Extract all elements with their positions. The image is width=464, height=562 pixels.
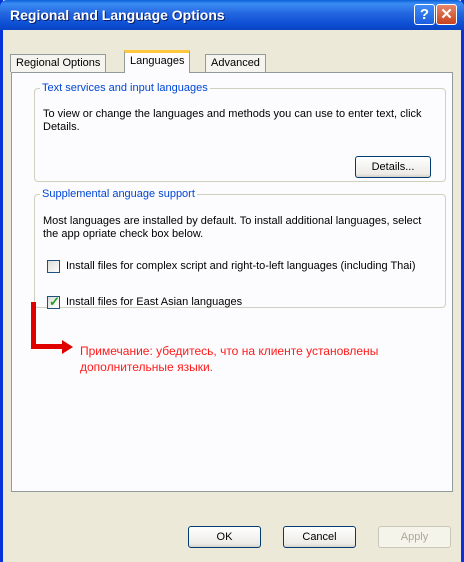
window-title: Regional and Language Options bbox=[10, 7, 225, 23]
tab-regional-options[interactable]: Regional Options bbox=[10, 54, 107, 72]
annotation-note: Примечание: убедитесь, что на клиенте ус… bbox=[80, 344, 379, 374]
annotation-arrow-line bbox=[31, 302, 36, 349]
tab-panel-languages: Text services and input languages To vie… bbox=[11, 72, 453, 492]
help-button[interactable]: ? bbox=[414, 4, 435, 25]
close-button[interactable]: ✕ bbox=[436, 4, 457, 25]
tab-languages[interactable]: Languages bbox=[124, 50, 191, 73]
apply-button[interactable]: Apply bbox=[378, 526, 451, 548]
details-button[interactable]: Details... bbox=[355, 156, 431, 178]
annotation-arrow-line-horizontal bbox=[31, 344, 64, 349]
cancel-button[interactable]: Cancel bbox=[283, 526, 356, 548]
east-asian-label: Install files for East Asian languages bbox=[66, 296, 243, 308]
ok-button[interactable]: OK bbox=[188, 526, 261, 548]
text-services-description: To view or change the languages and meth… bbox=[43, 108, 422, 133]
tab-strip: Regional Options Languages Advanced bbox=[3, 30, 461, 73]
arrow-right-icon bbox=[62, 340, 73, 354]
text-services-legend: Text services and input languages bbox=[42, 82, 208, 94]
help-icon: ? bbox=[419, 6, 430, 23]
supplemental-description: Most languages are installed by default.… bbox=[43, 215, 422, 240]
east-asian-checkbox[interactable]: ✓ bbox=[47, 294, 60, 309]
tab-advanced[interactable]: Advanced bbox=[205, 54, 266, 72]
supplemental-language-group: Supplemental anguage support Most langua… bbox=[34, 188, 446, 309]
supplemental-legend: Supplemental anguage support bbox=[42, 188, 195, 200]
checkmark-icon: ✓ bbox=[49, 294, 60, 309]
dialog-window: Regional and Language Options ? ✕ Region… bbox=[0, 0, 464, 562]
text-services-group: Text services and input languages To vie… bbox=[34, 82, 446, 182]
close-icon: ✕ bbox=[440, 6, 453, 23]
title-bar[interactable]: Regional and Language Options ? ✕ bbox=[0, 0, 464, 30]
complex-script-label: Install files for complex script and rig… bbox=[66, 260, 416, 272]
complex-script-checkbox[interactable] bbox=[47, 260, 60, 273]
